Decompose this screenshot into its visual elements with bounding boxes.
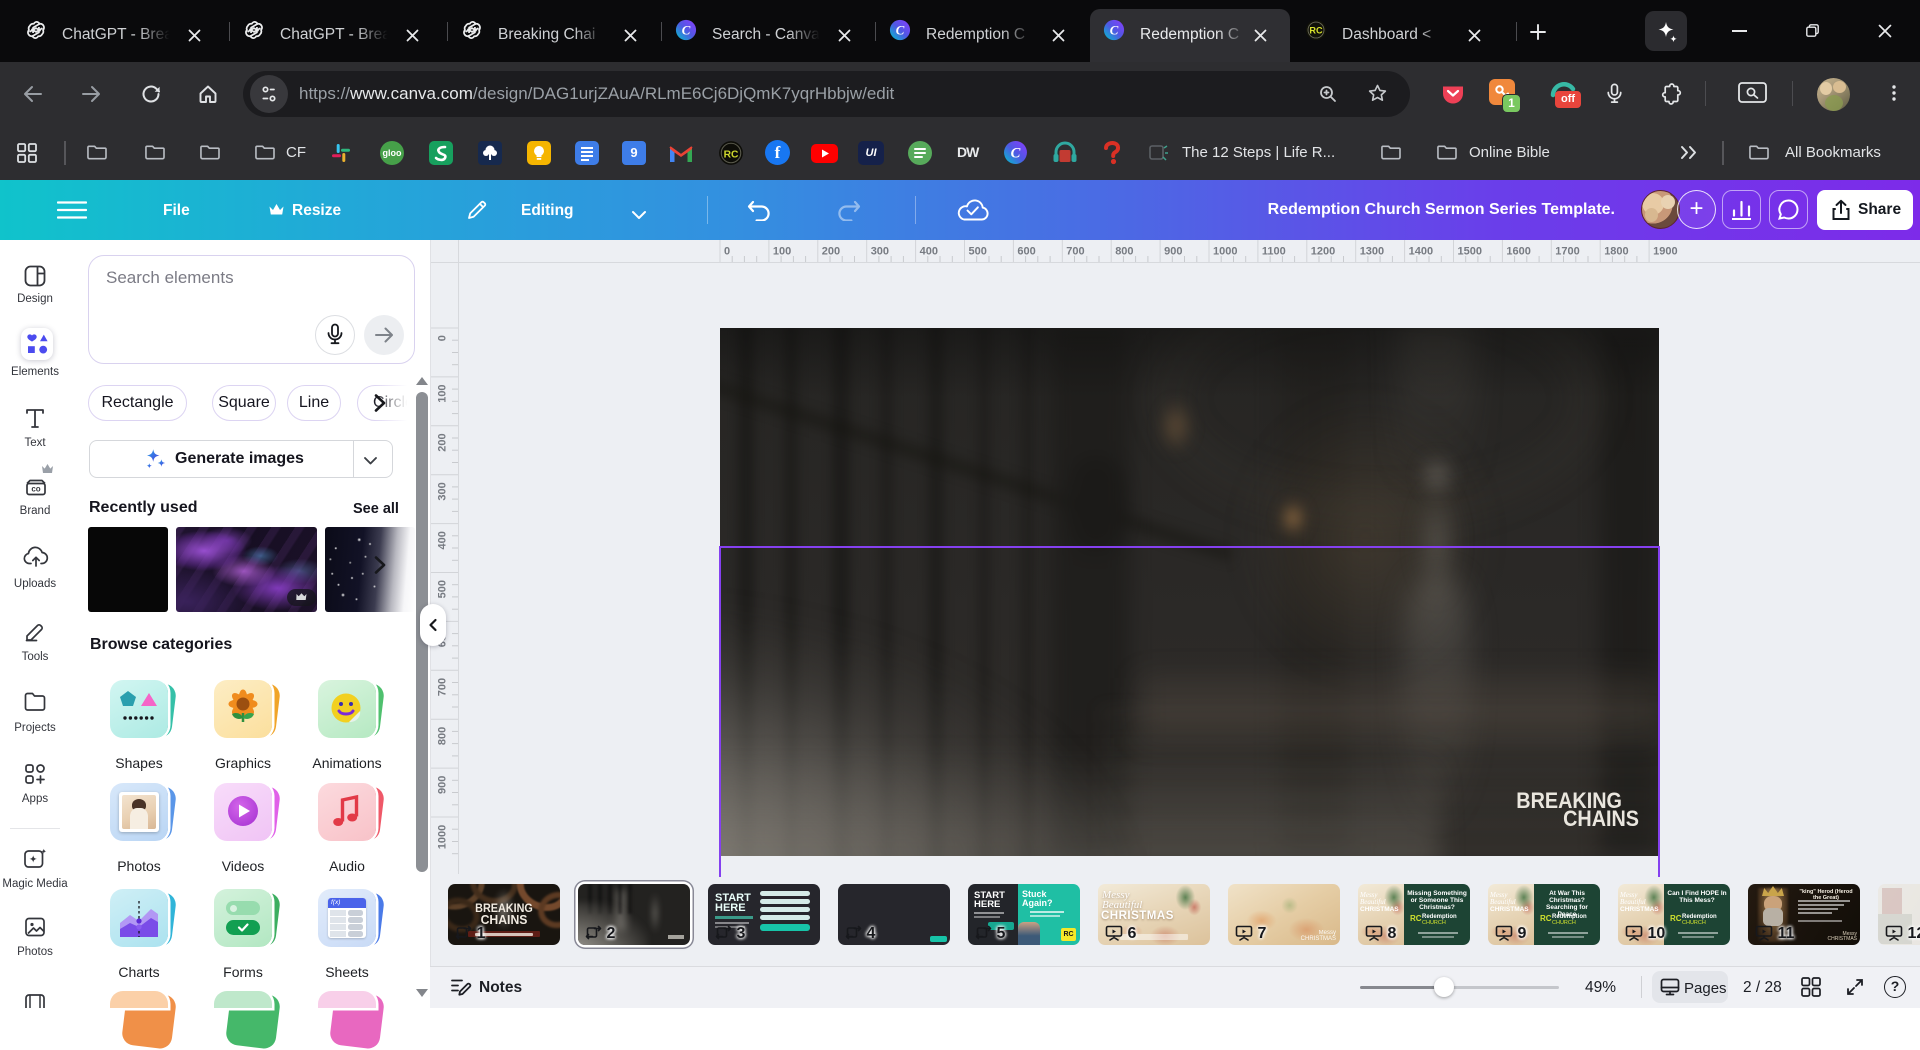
svg-text:600: 600 [1017, 246, 1035, 258]
svg-text:co: co [31, 485, 40, 494]
svg-text:RC: RC [1309, 26, 1323, 36]
svg-text:1100: 1100 [1262, 246, 1286, 258]
svg-text:RC: RC [724, 149, 739, 160]
svg-text:1300: 1300 [1360, 246, 1384, 258]
svg-text:1500: 1500 [1458, 246, 1482, 258]
svg-text:1600: 1600 [1506, 246, 1530, 258]
svg-text:100: 100 [437, 384, 449, 402]
svg-text:0: 0 [437, 335, 449, 341]
svg-text:C: C [1110, 24, 1119, 38]
svg-text:1200: 1200 [1311, 246, 1335, 258]
svg-text:1800: 1800 [1604, 246, 1628, 258]
svg-text:1900: 1900 [1653, 246, 1677, 258]
svg-text:900: 900 [1164, 246, 1182, 258]
svg-text:800: 800 [1115, 246, 1133, 258]
svg-text:700: 700 [437, 678, 449, 696]
svg-text:900: 900 [437, 776, 449, 794]
svg-text:1000: 1000 [437, 825, 449, 849]
svg-text:1000: 1000 [1213, 246, 1237, 258]
svg-text:700: 700 [1066, 246, 1084, 258]
svg-text:500: 500 [969, 246, 987, 258]
svg-text:300: 300 [871, 246, 889, 258]
svg-text:300: 300 [437, 482, 449, 500]
svg-text:400: 400 [437, 531, 449, 549]
svg-text:C: C [682, 24, 691, 38]
svg-text:0: 0 [724, 246, 730, 258]
svg-text:400: 400 [920, 246, 938, 258]
svg-text:800: 800 [437, 727, 449, 745]
svg-text:500: 500 [437, 580, 449, 598]
svg-text:200: 200 [822, 246, 840, 258]
svg-text:C: C [1011, 146, 1021, 162]
svg-text:200: 200 [437, 433, 449, 451]
svg-text:1700: 1700 [1555, 246, 1579, 258]
svg-text:C: C [896, 24, 905, 38]
svg-text:100: 100 [773, 246, 791, 258]
svg-text:1400: 1400 [1409, 246, 1433, 258]
